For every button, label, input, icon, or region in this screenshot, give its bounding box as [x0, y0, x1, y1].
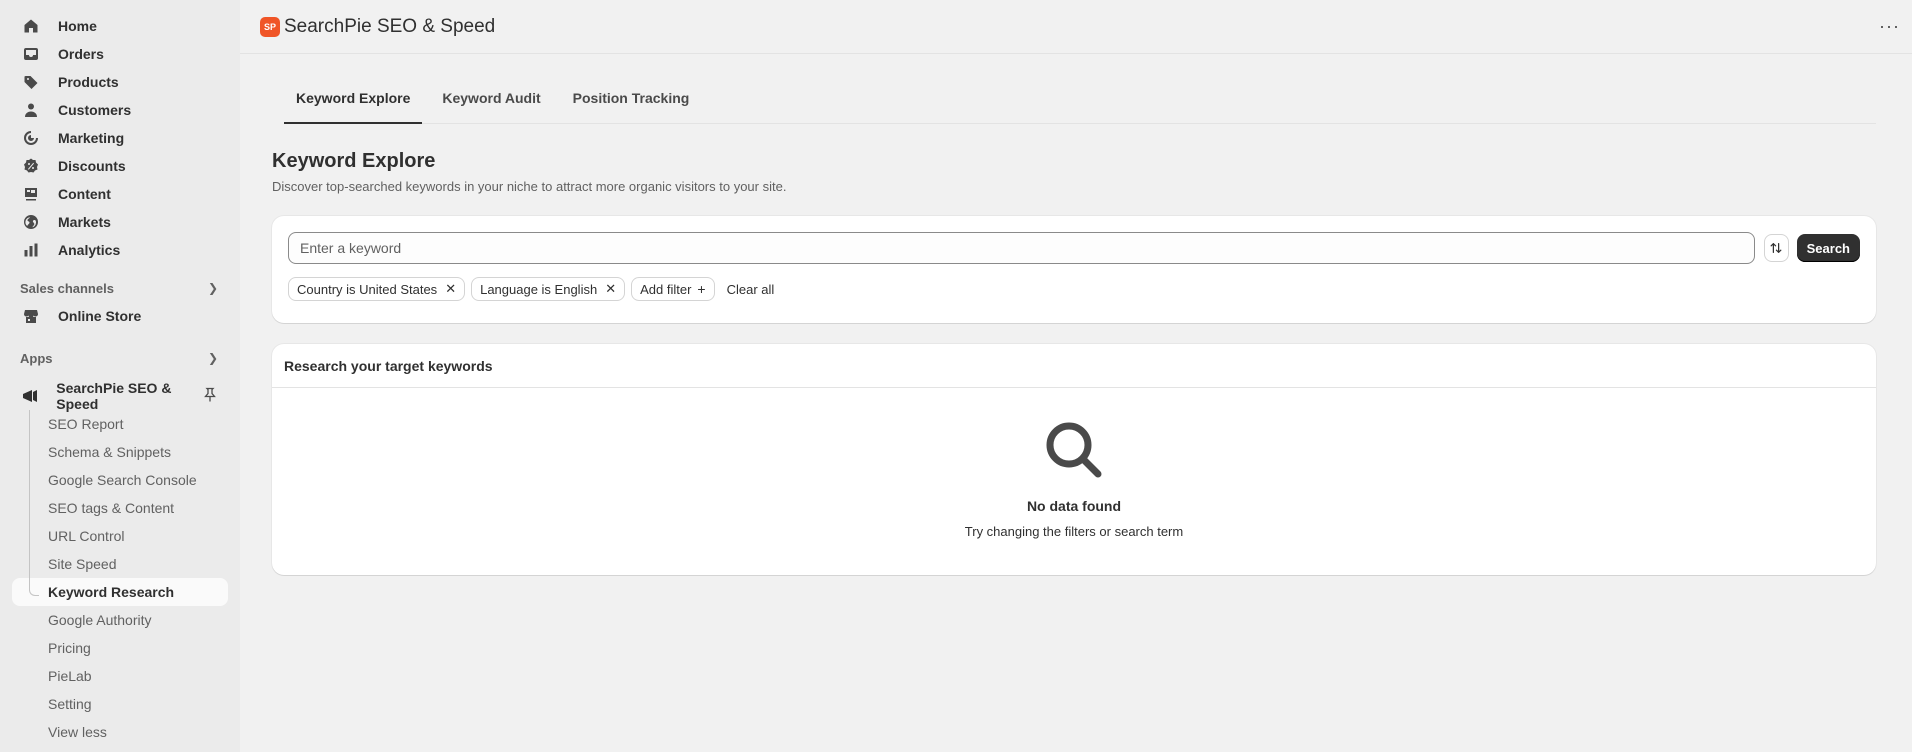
app-header: SP SearchPie SEO & Speed ···: [240, 0, 1912, 54]
filter-chip-label: Language is English: [480, 281, 598, 297]
nav-item-label: Home: [58, 18, 97, 34]
nav-item-label: Online Store: [58, 308, 142, 324]
subnav-item-view-less[interactable]: View less: [12, 718, 228, 746]
orders-icon: [22, 45, 40, 63]
page-subtitle: Discover top-searched keywords in your n…: [272, 179, 787, 194]
subnav-item-setting[interactable]: Setting: [12, 690, 228, 718]
pin-icon[interactable]: [202, 387, 218, 406]
main-content: Keyword Explore Keyword Audit Position T…: [272, 54, 1876, 575]
app-subnav: SEO Report Schema & Snippets Google Sear…: [0, 410, 240, 746]
subnav-item-seo-tags-content[interactable]: SEO tags & Content: [12, 494, 228, 522]
content-icon: [22, 185, 40, 203]
app-item-searchpie[interactable]: SearchPie SEO & Speed: [12, 380, 228, 412]
target-icon: [22, 129, 40, 147]
nav-item-label: Content: [58, 186, 111, 202]
add-filter-button[interactable]: Add filter +: [631, 277, 715, 301]
tree-line: [29, 410, 30, 588]
nav-item-label: Orders: [58, 46, 104, 62]
close-icon[interactable]: ✕: [445, 281, 456, 297]
apps-header[interactable]: Apps ❯: [12, 344, 228, 372]
tree-elbow: [29, 588, 39, 596]
nav-item-products[interactable]: Products: [12, 68, 228, 96]
subnav-item-site-speed[interactable]: Site Speed: [12, 550, 228, 578]
nav-item-label: Markets: [58, 214, 111, 230]
searchpie-app-icon: [22, 388, 38, 404]
subnav-item-keyword-research[interactable]: Keyword Research: [12, 578, 228, 606]
subnav-item-pielab[interactable]: PieLab: [12, 662, 228, 690]
search-card: Search Country is United States ✕ Langua…: [272, 216, 1876, 323]
globe-icon: [22, 213, 40, 231]
nav-item-customers[interactable]: Customers: [12, 96, 228, 124]
filter-chip-language[interactable]: Language is English ✕: [471, 277, 626, 301]
sort-button[interactable]: [1764, 234, 1789, 262]
results-title: Research your target keywords: [272, 344, 1876, 388]
clear-all-button[interactable]: Clear all: [727, 282, 775, 297]
app-item-label: SearchPie SEO & Speed: [56, 380, 172, 412]
nav-item-orders[interactable]: Orders: [12, 40, 228, 68]
searchpie-logo-icon: SP: [260, 16, 280, 37]
empty-state-title: No data found: [1026, 498, 1122, 514]
nav-item-content[interactable]: Content: [12, 180, 228, 208]
plus-icon: +: [697, 281, 706, 297]
nav-item-discounts[interactable]: Discounts: [12, 152, 228, 180]
subnav-item-google-search-console[interactable]: Google Search Console: [12, 466, 228, 494]
tab-keyword-audit[interactable]: Keyword Audit: [430, 73, 552, 123]
page-header: Keyword Explore Discover top-searched ke…: [272, 150, 1876, 194]
sales-channels-header[interactable]: Sales channels ❯: [12, 274, 228, 302]
filter-row: Country is United States ✕ Language is E…: [288, 277, 1860, 301]
filter-chip-label: Country is United States: [297, 281, 438, 297]
store-icon: [22, 307, 40, 325]
subnav-item-pricing[interactable]: Pricing: [12, 634, 228, 662]
person-icon: [22, 101, 40, 119]
tab-position-tracking[interactable]: Position Tracking: [561, 73, 702, 123]
chevron-right-icon[interactable]: ❯: [208, 351, 218, 365]
app-title-text: SearchPie SEO & Speed: [284, 15, 496, 37]
app-title: SP SearchPie SEO & Speed: [260, 16, 495, 38]
nav-item-home[interactable]: Home: [12, 12, 228, 40]
home-icon: [22, 17, 40, 35]
more-actions-icon[interactable]: ···: [1879, 16, 1900, 37]
subnav-item-url-control[interactable]: URL Control: [12, 522, 228, 550]
close-icon[interactable]: ✕: [605, 281, 616, 297]
empty-state-subtitle: Try changing the filters or search term: [964, 524, 1184, 539]
magnifier-icon: [1046, 422, 1102, 478]
nav-item-marketing[interactable]: Marketing: [12, 124, 228, 152]
apps-label: Apps: [20, 350, 53, 366]
bar-chart-icon: [22, 241, 40, 259]
keyword-search-input[interactable]: [288, 232, 1755, 264]
subnav-item-schema-snippets[interactable]: Schema & Snippets: [12, 438, 228, 466]
results-card: Research your target keywords No data fo…: [272, 344, 1876, 575]
tab-keyword-explore[interactable]: Keyword Explore: [284, 73, 423, 124]
subnav-item-google-authority[interactable]: Google Authority: [12, 606, 228, 634]
add-filter-label: Add filter: [640, 281, 692, 297]
nav-item-online-store[interactable]: Online Store: [12, 302, 228, 330]
nav-item-analytics[interactable]: Analytics: [12, 236, 228, 264]
nav-item-label: Products: [58, 74, 119, 90]
nav-item-label: Discounts: [58, 158, 126, 174]
search-button[interactable]: Search: [1796, 234, 1860, 262]
page-title: Keyword Explore: [272, 150, 436, 172]
chevron-right-icon[interactable]: ❯: [208, 281, 218, 295]
nav-item-label: Marketing: [58, 130, 125, 146]
filter-chip-country[interactable]: Country is United States ✕: [288, 277, 466, 301]
subnav-item-seo-report[interactable]: SEO Report: [12, 410, 228, 438]
tab-bar: Keyword Explore Keyword Audit Position T…: [284, 54, 1876, 124]
tag-icon: [22, 73, 40, 91]
nav-item-label: Analytics: [58, 242, 121, 258]
sort-arrows-icon: [1770, 243, 1782, 253]
empty-state: No data found Try changing the filters o…: [272, 388, 1876, 539]
sidebar: Home Orders Products Customers Marketing…: [0, 0, 240, 752]
nav-item-markets[interactable]: Markets: [12, 208, 228, 236]
discount-icon: [22, 157, 40, 175]
sales-channels-label: Sales channels: [20, 280, 114, 296]
nav-item-label: Customers: [58, 102, 132, 118]
